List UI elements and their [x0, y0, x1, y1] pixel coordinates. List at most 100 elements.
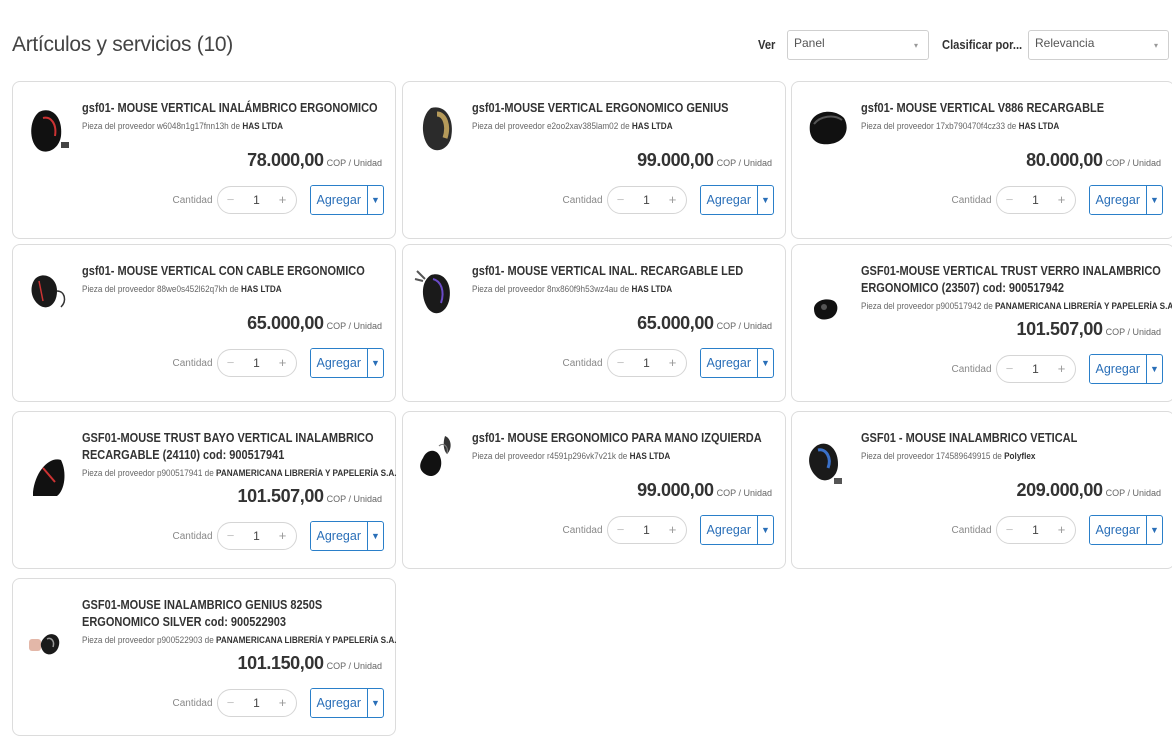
add-to-cart-button[interactable]: Agregar [310, 349, 367, 377]
plus-icon[interactable]: + [274, 191, 292, 209]
minus-icon[interactable]: − [1001, 360, 1019, 378]
product-title[interactable]: gsf01- MOUSE VERTICAL CON CABLE ERGONOMI… [82, 263, 387, 280]
supplier-name[interactable]: HAS LTDA [631, 284, 672, 295]
quantity-value[interactable]: 1 [1032, 193, 1039, 207]
mouse-product-image[interactable] [21, 98, 75, 160]
quantity-stepper[interactable]: − 1 + [995, 186, 1076, 214]
minus-icon[interactable]: − [612, 191, 630, 209]
add-to-cart-button[interactable]: Agregar [700, 186, 757, 214]
add-to-cart-button[interactable]: Agregar [310, 522, 367, 550]
quantity-stepper[interactable]: − 1 + [216, 689, 297, 717]
add-to-cart-button[interactable]: Agregar [700, 349, 757, 377]
product-title[interactable]: GSF01-MOUSE INALAMBRICO GENIUS 8250S ERG… [82, 597, 387, 631]
chevron-down-icon[interactable]: ▼ [757, 516, 773, 544]
chevron-down-icon[interactable]: ▼ [757, 349, 773, 377]
quantity-value[interactable]: 1 [643, 523, 650, 537]
product-title[interactable]: GSF01-MOUSE VERTICAL TRUST VERRO INALAMB… [861, 263, 1166, 297]
chevron-down-icon[interactable]: ▼ [1146, 355, 1162, 383]
mouse-product-image[interactable] [800, 428, 854, 490]
supplier-name[interactable]: HAS LTDA [242, 121, 283, 132]
chevron-down-icon[interactable]: ▼ [367, 689, 383, 717]
minus-icon[interactable]: − [222, 694, 240, 712]
add-to-cart-button[interactable]: Agregar [700, 516, 757, 544]
product-title[interactable]: GSF01 - MOUSE INALAMBRICO VETICAL [861, 430, 1166, 447]
quantity-stepper[interactable]: − 1 + [606, 186, 687, 214]
add-to-cart-button[interactable]: Agregar [1089, 186, 1146, 214]
plus-icon[interactable]: + [1053, 521, 1071, 539]
plus-icon[interactable]: + [664, 191, 682, 209]
product-title[interactable]: gsf01- MOUSE VERTICAL INALÁMBRICO ERGONO… [82, 100, 387, 117]
product-title[interactable]: gsf01-MOUSE VERTICAL ERGONOMICO GENIUS [472, 100, 777, 117]
quantity-stepper[interactable]: − 1 + [216, 522, 297, 550]
quantity-label: Cantidad [562, 194, 603, 206]
quantity-value[interactable]: 1 [253, 529, 260, 543]
quantity-value[interactable]: 1 [253, 193, 260, 207]
plus-icon[interactable]: + [664, 521, 682, 539]
mouse-product-image[interactable] [411, 428, 465, 490]
mouse-product-image[interactable] [800, 98, 854, 160]
chevron-down-icon[interactable]: ▼ [367, 186, 383, 214]
add-to-cart-button[interactable]: Agregar [1089, 516, 1146, 544]
mouse-product-image[interactable] [411, 98, 465, 160]
supplier-name[interactable]: HAS LTDA [241, 284, 282, 295]
supplier-part-number: e2oo2xav385lam02 [546, 121, 619, 132]
supplier-joiner: de [620, 284, 630, 295]
mouse-product-image[interactable] [800, 275, 854, 337]
quantity-value[interactable]: 1 [643, 193, 650, 207]
plus-icon[interactable]: + [274, 694, 292, 712]
product-title[interactable]: gsf01- MOUSE ERGONOMICO PARA MANO IZQUIE… [472, 430, 777, 447]
supplier-name[interactable]: HAS LTDA [630, 451, 671, 462]
minus-icon[interactable]: − [1001, 191, 1019, 209]
quantity-value[interactable]: 1 [643, 356, 650, 370]
supplier-name[interactable]: PANAMERICANA LIBRERÍA Y PAPELERÍA S.A. [995, 301, 1172, 312]
product-title[interactable]: gsf01- MOUSE VERTICAL INAL. RECARGABLE L… [472, 263, 777, 280]
quantity-stepper[interactable]: − 1 + [995, 516, 1076, 544]
chevron-down-icon[interactable]: ▼ [367, 349, 383, 377]
chevron-down-icon[interactable]: ▼ [757, 186, 773, 214]
product-title[interactable]: gsf01- MOUSE VERTICAL V886 RECARGABLE [861, 100, 1166, 117]
chevron-down-icon[interactable]: ▼ [1146, 186, 1162, 214]
quantity-row: Cantidad − 1 + Agregar ▼ [562, 348, 774, 378]
supplier-name[interactable]: Polyflex [1004, 451, 1035, 462]
quantity-row: Cantidad − 1 + Agregar ▼ [562, 185, 774, 215]
plus-icon[interactable]: + [664, 354, 682, 372]
supplier-name[interactable]: PANAMERICANA LIBRERÍA Y PAPELERÍA S.A. [216, 635, 397, 646]
supplier-name[interactable]: HAS LTDA [632, 121, 673, 132]
quantity-stepper[interactable]: − 1 + [606, 349, 687, 377]
quantity-stepper[interactable]: − 1 + [606, 516, 687, 544]
supplier-name[interactable]: HAS LTDA [1019, 121, 1060, 132]
add-to-cart-button[interactable]: Agregar [310, 186, 367, 214]
mouse-product-image[interactable] [21, 442, 75, 504]
plus-icon[interactable]: + [274, 527, 292, 545]
view-select[interactable]: Panel ▾ [787, 30, 929, 60]
sort-select[interactable]: Relevancia ▾ [1028, 30, 1169, 60]
quantity-value[interactable]: 1 [253, 696, 260, 710]
price-unit: COP / Unidad [326, 661, 382, 671]
chevron-down-icon[interactable]: ▼ [367, 522, 383, 550]
quantity-stepper[interactable]: − 1 + [995, 355, 1076, 383]
quantity-stepper[interactable]: − 1 + [216, 186, 297, 214]
plus-icon[interactable]: + [274, 354, 292, 372]
mouse-product-image[interactable] [411, 261, 465, 323]
minus-icon[interactable]: − [612, 521, 630, 539]
product-title[interactable]: GSF01-MOUSE TRUST BAYO VERTICAL INALAMBR… [82, 430, 387, 464]
quantity-stepper[interactable]: − 1 + [216, 349, 297, 377]
plus-icon[interactable]: + [1053, 360, 1071, 378]
quantity-value[interactable]: 1 [253, 356, 260, 370]
minus-icon[interactable]: − [222, 527, 240, 545]
supplier-prefix: Pieza del proveedor [82, 121, 155, 132]
price-row: 101.507,00 COP / Unidad [238, 486, 382, 507]
quantity-value[interactable]: 1 [1032, 523, 1039, 537]
plus-icon[interactable]: + [1053, 191, 1071, 209]
minus-icon[interactable]: − [612, 354, 630, 372]
minus-icon[interactable]: − [222, 354, 240, 372]
add-to-cart-button[interactable]: Agregar [1089, 355, 1146, 383]
add-to-cart-button[interactable]: Agregar [310, 689, 367, 717]
mouse-product-image[interactable] [21, 609, 75, 671]
supplier-name[interactable]: PANAMERICANA LIBRERÍA Y PAPELERÍA S.A. [216, 468, 397, 479]
quantity-value[interactable]: 1 [1032, 362, 1039, 376]
chevron-down-icon[interactable]: ▼ [1146, 516, 1162, 544]
minus-icon[interactable]: − [1001, 521, 1019, 539]
mouse-product-image[interactable] [21, 261, 75, 323]
minus-icon[interactable]: − [222, 191, 240, 209]
